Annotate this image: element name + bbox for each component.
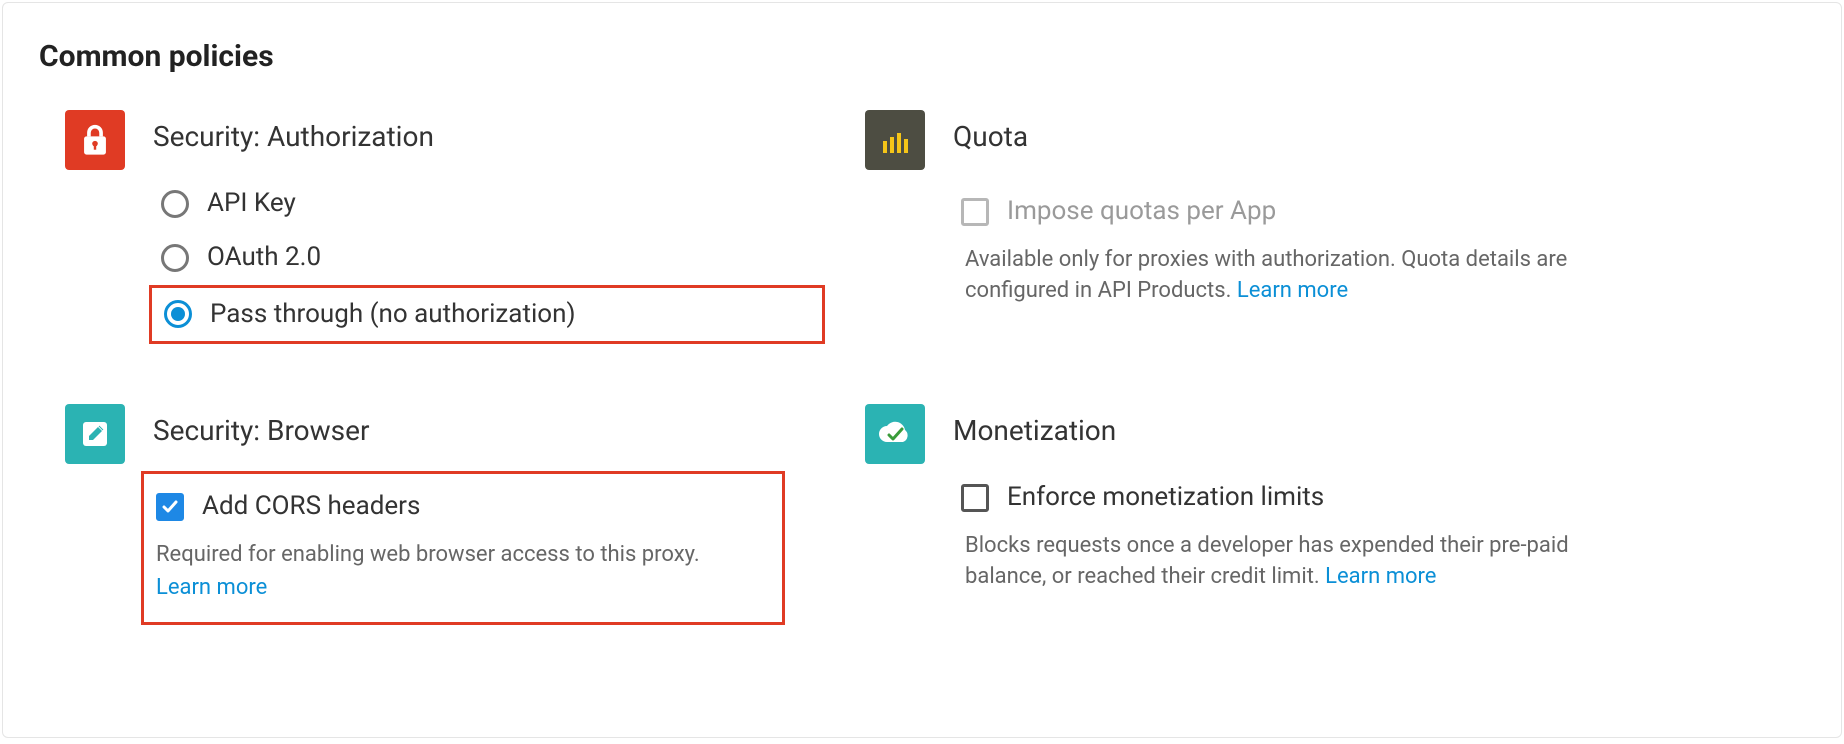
quota-section: Quota Impose quotas per App Available on… <box>865 110 1625 344</box>
radio-label: API Key <box>207 187 296 221</box>
bars-icon <box>865 110 925 170</box>
cors-helper: Required for enabling web browser access… <box>156 540 770 604</box>
quota-title: Quota <box>953 120 1625 153</box>
security-browser-title: Security: Browser <box>153 414 825 447</box>
radio-icon <box>161 190 189 218</box>
checkbox-label: Impose quotas per App <box>1007 195 1276 229</box>
monetization-title: Monetization <box>953 414 1625 447</box>
monetization-section: Monetization Enforce monetization limits… <box>865 404 1625 624</box>
checkbox-add-cors[interactable]: Add CORS headers <box>156 484 770 534</box>
checkbox-label: Enforce monetization limits <box>1007 481 1324 515</box>
policy-grid: Security: Authorization API Key OAuth 2.… <box>65 110 1625 625</box>
cors-helper-text: Required for enabling web browser access… <box>156 542 700 567</box>
radio-icon <box>164 300 192 328</box>
radio-label: OAuth 2.0 <box>207 241 321 275</box>
panel-title: Common policies <box>39 39 1805 74</box>
checkbox-enforce-monetization[interactable]: Enforce monetization limits <box>949 471 1625 525</box>
radio-api-key[interactable]: API Key <box>149 177 825 231</box>
radio-label: Pass through (no authorization) <box>210 298 576 332</box>
radio-icon <box>161 244 189 272</box>
quota-learn-more-link[interactable]: Learn more <box>1237 278 1348 303</box>
radio-passthrough[interactable]: Pass through (no authorization) <box>149 285 825 345</box>
monetization-learn-more-link[interactable]: Learn more <box>1325 564 1436 589</box>
cors-learn-more-link[interactable]: Learn more <box>156 575 267 600</box>
quota-helper: Available only for proxies with authoriz… <box>965 245 1625 307</box>
security-authorization-title: Security: Authorization <box>153 120 825 153</box>
common-policies-panel: Common policies Security: Authorization … <box>2 2 1842 738</box>
radio-oauth[interactable]: OAuth 2.0 <box>149 231 825 285</box>
monetization-helper-text: Blocks requests once a developer has exp… <box>965 533 1569 589</box>
cors-highlight-block: Add CORS headers Required for enabling w… <box>141 471 785 624</box>
auth-options: API Key OAuth 2.0 Pass through (no autho… <box>153 177 825 344</box>
pencil-icon <box>65 404 125 464</box>
security-browser-section: Security: Browser Add CORS headers Requi… <box>65 404 825 624</box>
checkbox-icon <box>961 198 989 226</box>
checkbox-icon <box>961 484 989 512</box>
cloud-check-icon <box>865 404 925 464</box>
monetization-helper: Blocks requests once a developer has exp… <box>965 531 1625 593</box>
checkbox-icon <box>156 493 184 521</box>
lock-icon <box>65 110 125 170</box>
checkbox-label: Add CORS headers <box>202 490 420 524</box>
security-authorization-section: Security: Authorization API Key OAuth 2.… <box>65 110 825 344</box>
checkbox-impose-quotas: Impose quotas per App <box>949 185 1625 239</box>
